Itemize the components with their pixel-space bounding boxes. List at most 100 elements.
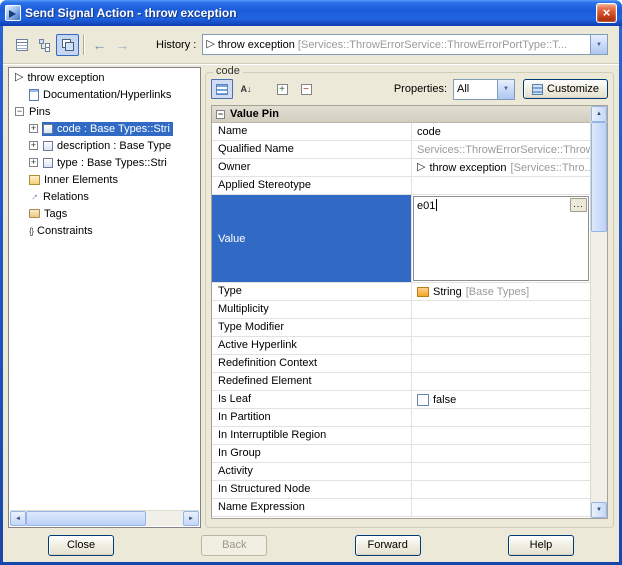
tree-item[interactable]: ▷throw exception [10,69,199,86]
type-package: [Base Types] [466,286,529,298]
property-value[interactable] [412,445,590,462]
property-row[interactable]: In Structured Node [212,481,590,499]
property-row[interactable]: Type Modifier [212,319,590,337]
scroll-track[interactable] [26,511,183,526]
pin-icon [43,124,53,134]
grid-vertical-scrollbar[interactable]: ▲ ▼ [590,106,607,518]
property-row[interactable]: TypeString[Base Types] [212,283,590,301]
tree-item[interactable]: Inner Elements [10,171,199,188]
scroll-right-button[interactable]: ► [183,511,199,526]
history-back-button[interactable]: ← [88,34,111,56]
tree-horizontal-scrollbar[interactable]: ◄ ► [10,510,199,526]
tree-item[interactable]: Tags [10,205,199,222]
history-forward-button[interactable]: → [111,34,134,56]
collapse-icon[interactable]: − [15,107,24,116]
properties-filter-combobox[interactable]: All ▼ [453,79,515,100]
scroll-down-icon: ▼ [596,507,602,513]
property-value[interactable] [412,355,590,372]
property-row[interactable]: Applied Stereotype [212,177,590,195]
scroll-up-button[interactable]: ▲ [591,106,607,122]
scroll-left-button[interactable]: ◄ [10,511,26,526]
back-button[interactable]: Back [201,535,267,556]
property-value[interactable]: ▷throw exception[Services::Thro... [412,159,590,176]
property-name: Redefined Element [212,373,412,390]
property-row[interactable]: Multiplicity [212,301,590,319]
property-value[interactable]: e01... [412,195,590,282]
owner-path: [Services::Thro... [511,162,590,174]
property-row[interactable]: Valuee01... [212,195,590,283]
collapse-all-button[interactable]: − [295,79,317,99]
tree-item[interactable]: {}Constraints [10,222,199,239]
expand-icon[interactable]: + [29,141,38,150]
tree-item-label: Tags [44,208,67,220]
property-row[interactable]: Qualified NameServices::ThrowErrorServic… [212,141,590,159]
property-value[interactable]: code [412,123,590,140]
property-value[interactable]: false [412,391,590,408]
property-row[interactable]: In Partition [212,409,590,427]
tree-item[interactable]: +description : Base Type [10,137,199,154]
tree-item-content: Tags [28,207,70,221]
list-view-button[interactable] [10,34,33,56]
property-name: Redefinition Context [212,355,412,372]
property-row[interactable]: Name Expression [212,499,590,517]
property-value[interactable] [412,373,590,390]
property-value[interactable] [412,499,590,516]
tree-item-label: type : Base Types::Stri [57,157,167,169]
titlebar-close-button[interactable]: × [596,3,617,23]
property-value[interactable] [412,481,590,498]
tree-view-button[interactable] [33,34,56,56]
help-button[interactable]: Help [508,535,574,556]
close-button[interactable]: Close [48,535,114,556]
scroll-thumb[interactable] [591,122,607,232]
property-value[interactable] [412,427,590,444]
collapse-icon[interactable]: − [216,110,225,119]
category-header-label: Value Pin [230,108,279,120]
property-row[interactable]: Redefined Element [212,373,590,391]
history-label: History : [156,39,196,51]
customize-button[interactable]: Customize [523,79,608,99]
property-name: Qualified Name [212,141,412,158]
history-item: throw exception [218,39,295,51]
property-value[interactable] [412,319,590,336]
categorized-view-button[interactable] [211,79,233,99]
is-leaf-checkbox[interactable] [417,394,429,406]
property-value[interactable]: String[Base Types] [412,283,590,300]
category-header[interactable]: − Value Pin [212,106,590,123]
scroll-down-button[interactable]: ▼ [591,502,607,518]
property-row[interactable]: Activity [212,463,590,481]
history-combobox[interactable]: ▷ throw exception [Services::ThrowErrorS… [202,34,608,55]
property-row[interactable]: In Interruptible Region [212,427,590,445]
expand-icon[interactable]: + [29,124,38,133]
property-value[interactable]: Services::ThrowErrorService::Throw... [412,141,590,158]
property-row[interactable]: Owner▷throw exception[Services::Thro... [212,159,590,177]
titlebar[interactable]: Send Signal Action - throw exception × [0,0,622,26]
property-value[interactable] [412,337,590,354]
scroll-track[interactable] [591,122,607,502]
forward-button[interactable]: Forward [355,535,421,556]
scroll-thumb[interactable] [26,511,146,526]
property-row[interactable]: Redefinition Context [212,355,590,373]
history-dropdown-button[interactable]: ▼ [590,35,607,54]
tree-item[interactable]: + type : Base Types::Stri [10,154,199,171]
split-view-button[interactable] [56,34,79,56]
tree-item[interactable]: Documentation/Hyperlinks [10,86,199,103]
expand-all-button[interactable]: + [271,79,293,99]
property-row[interactable]: Is Leaffalse [212,391,590,409]
tree-item[interactable]: −Pins [10,103,199,120]
property-value[interactable] [412,301,590,318]
expand-icon[interactable]: + [29,158,38,167]
property-row[interactable]: Namecode [212,123,590,141]
property-row[interactable]: In Group [212,445,590,463]
filter-dropdown-button[interactable]: ▼ [497,80,514,99]
property-value[interactable] [412,177,590,194]
value-text: e01 [417,200,435,212]
property-value[interactable] [412,409,590,426]
property-row[interactable]: Active Hyperlink [212,337,590,355]
value-editor[interactable]: e01... [413,196,589,281]
sort-alphabetically-button[interactable]: A↓ [235,79,257,99]
back-arrow-icon: ← [93,37,107,53]
tree-item[interactable]: +code : Base Types::Stri [10,120,199,137]
tree-item[interactable]: →Relations [10,188,199,205]
ellipsis-button[interactable]: ... [570,198,587,212]
property-value[interactable] [412,463,590,480]
